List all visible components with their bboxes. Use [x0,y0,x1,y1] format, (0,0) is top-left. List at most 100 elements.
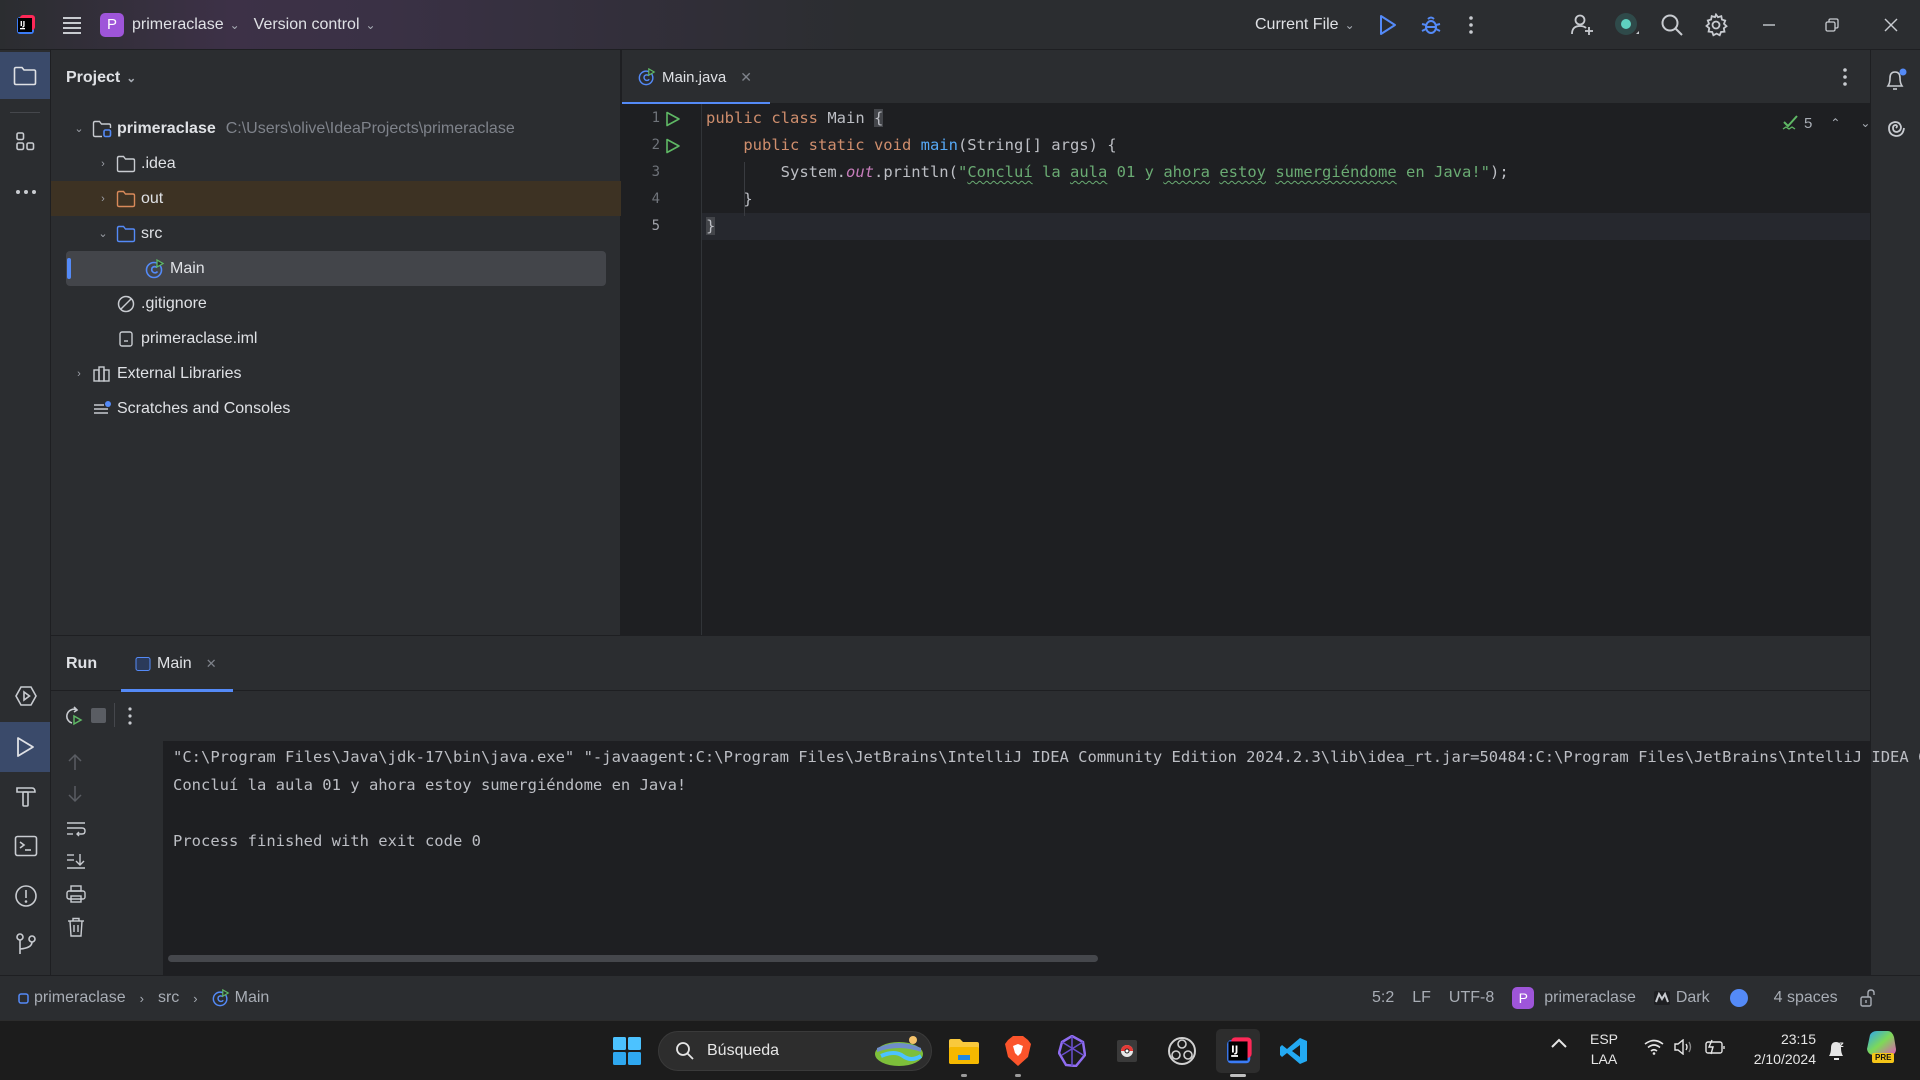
run-button[interactable] [1378,0,1398,50]
version-control-menu[interactable]: Version control ⌄ [254,0,376,50]
close-tab-icon[interactable]: ✕ [740,69,752,86]
ai-status-dot-icon[interactable] [1729,989,1748,1007]
chevron-right-icon[interactable]: › [71,368,87,380]
readonly-toggle[interactable] [1859,989,1876,1007]
hamburger-icon [63,16,81,34]
more-actions-button[interactable] [1468,0,1474,50]
ai-assistant-tool-button[interactable] [1874,106,1918,150]
tree-item-src[interactable]: ⌄ src [51,216,621,251]
run-gutter-icon[interactable] [665,111,681,127]
ai-assistant-button[interactable] [1614,0,1640,50]
scroll-down-button[interactable] [67,785,83,803]
editor-options-button[interactable] [1842,67,1848,87]
close-tab-icon[interactable]: ✕ [206,656,217,672]
system-tray-status[interactable] [1644,1039,1726,1055]
minimize-button[interactable] [1762,0,1776,50]
notifications-taskbar-button[interactable]: z [1826,1038,1848,1062]
project-widget[interactable]: primeraclase [1544,989,1636,1007]
main-menu-button[interactable] [62,0,82,50]
debug-button[interactable] [1420,0,1442,50]
tree-item-root[interactable]: ⌄ primeraclase C:\Users\olive\IdeaProjec… [51,111,621,146]
print-button[interactable] [66,885,86,903]
chevron-down-icon: ⌄ [229,17,240,32]
intellij-logo-icon[interactable]: IJ [14,0,36,50]
run-more-button[interactable] [127,706,133,726]
search-everywhere-button[interactable] [1660,0,1684,50]
scroll-up-button[interactable] [67,753,83,771]
clock[interactable]: 23:15 2/10/2024 [1740,1029,1816,1069]
indent-widget[interactable]: 4 spaces [1774,989,1838,1007]
build-tool-button[interactable] [4,774,48,818]
taskbar-search-box[interactable]: Búsqueda [658,1031,932,1071]
show-hidden-icons-button[interactable] [1550,1037,1568,1049]
chevron-right-icon[interactable]: › [95,193,111,205]
tree-item-main[interactable]: Main [66,251,606,286]
chevron-down-icon[interactable]: ⌄ [71,122,87,135]
project-panel: Project ⌄ ⌄ primeraclase C:\Users\olive\… [51,50,621,635]
run-gutter-icon[interactable] [665,138,681,154]
tree-item-idea[interactable]: › .idea [51,146,621,181]
caret-position[interactable]: 5:2 [1372,989,1394,1007]
inspection-widget[interactable]: 5 ⌃ ⌄ [1782,114,1870,132]
settings-button[interactable] [1704,0,1728,50]
clock-time: 23:15 [1780,1031,1816,1047]
stop-button[interactable] [91,708,106,723]
tree-item-out[interactable]: › out [51,181,621,216]
tree-item-scratches[interactable]: Scratches and Consoles [51,391,621,426]
structure-tool-button[interactable] [4,120,48,164]
chevron-right-icon[interactable]: › [95,158,111,170]
more-tools-button[interactable] [4,170,48,214]
scroll-to-end-button[interactable] [66,853,86,869]
prev-highlight-icon[interactable]: ⌃ [1830,116,1840,130]
gear-icon [1705,12,1728,36]
restore-button[interactable] [1825,0,1839,50]
project-switcher[interactable]: P primeraclase ⌄ [100,0,240,50]
copilot-taskbar-button[interactable]: PRE [1864,1029,1898,1065]
run-config-selector[interactable]: Current File ⌄ [1255,0,1355,50]
project-name: primeraclase [132,15,224,33]
intellij-taskbar-icon[interactable]: IJ [1216,1029,1260,1077]
notifications-button[interactable] [1874,58,1918,102]
input-language-indicator[interactable]: ESP LAA [1590,1029,1618,1069]
start-button[interactable] [605,1029,649,1073]
code-editor[interactable]: 1 2 3 4 5 public class Main { public sta… [622,104,1870,635]
code-line-2: public static void main(String[] args) { [743,136,1117,154]
soft-wrap-button[interactable] [66,821,86,837]
close-window-button[interactable] [1884,0,1898,50]
git-tool-button[interactable] [4,922,48,966]
theme-widget[interactable]: Dark [1653,989,1710,1007]
project-view-selector[interactable]: Project ⌄ [66,69,136,87]
breadcrumb-item[interactable]: primeraclase [34,989,126,1007]
horizontal-scrollbar[interactable] [168,955,1098,962]
clear-console-button[interactable] [67,917,85,937]
code-with-me-button[interactable] [1570,0,1594,50]
line-separator[interactable]: LF [1412,989,1431,1007]
obsidian-taskbar-icon[interactable] [1050,1029,1094,1073]
problems-tool-button[interactable] [4,874,48,918]
breadcrumb-item[interactable]: src [158,989,179,1007]
chevron-down-icon[interactable]: ⌄ [95,227,111,240]
pokeball-app-taskbar-icon[interactable] [1105,1029,1149,1073]
services-tool-button[interactable] [4,674,48,718]
obs-studio-taskbar-icon[interactable] [1160,1029,1204,1073]
project-tool-button[interactable] [0,52,50,99]
run-tab-main[interactable]: Main ✕ [121,636,233,692]
run-tool-button[interactable] [0,722,50,772]
tab-main-java[interactable]: Main.java ✕ [622,50,770,105]
brave-browser-taskbar-icon[interactable] [996,1029,1040,1077]
next-highlight-icon[interactable]: ⌄ [1860,116,1870,130]
file-encoding[interactable]: UTF-8 [1449,989,1494,1007]
tree-item-iml[interactable]: primeraclase.iml [51,321,621,356]
rerun-button[interactable] [63,706,83,726]
folder-icon [13,66,37,85]
vscode-taskbar-icon[interactable] [1272,1029,1316,1073]
terminal-icon [14,835,38,857]
console-output[interactable]: "C:\Program Files\Java\jdk-17\bin\java.e… [163,741,1920,976]
terminal-tool-button[interactable] [4,824,48,868]
file-explorer-taskbar-icon[interactable] [942,1029,986,1077]
tree-item-external-libraries[interactable]: › External Libraries [51,356,621,391]
tree-item-gitignore[interactable]: .gitignore [51,286,621,321]
breadcrumb-item[interactable]: Main [235,989,270,1007]
hammer-icon [16,787,36,807]
library-icon [91,364,113,384]
